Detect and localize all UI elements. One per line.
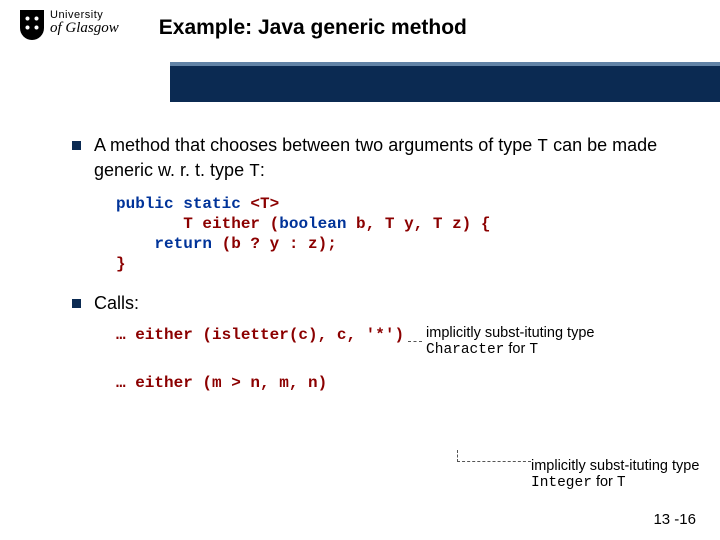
bullet-1-text-a: A method that chooses between two argume… <box>94 135 537 155</box>
note-2-a: implicitly subst-ituting type <box>531 458 699 474</box>
call-row-1: … either (isletter(c), c, '*') implicitl… <box>116 325 680 358</box>
kw-static: static <box>183 195 241 213</box>
code-line4: } <box>116 255 126 273</box>
slide-title: Example: Java generic method <box>159 16 467 40</box>
note-2-c: for <box>592 474 617 490</box>
university-logo: University of Glasgow <box>20 10 119 40</box>
bullet-2-text: Calls: <box>94 293 139 313</box>
note-2-wrap: implicitly subst-ituting type Integer fo… <box>531 458 716 491</box>
connector-line-2 <box>457 450 531 462</box>
slide-header: University of Glasgow Example: Java gene… <box>0 0 720 62</box>
call-row-2: … either (m > n, m, n) <box>116 373 680 393</box>
note-2: implicitly subst-ituting type Integer fo… <box>531 458 716 491</box>
note-2-type: Integer <box>531 475 592 491</box>
note-1: implicitly subst-ituting type Character … <box>426 325 611 358</box>
connector-line-1 <box>408 341 422 342</box>
note-1-c: for <box>504 341 529 357</box>
call-1-code: … either (isletter(c), c, '*') <box>116 325 404 345</box>
university-name: University of Glasgow <box>50 10 119 36</box>
bullet-1-text-c: : <box>260 160 265 180</box>
code-line3b: (b ? y : z); <box>212 235 337 253</box>
bullet-1-type-2: T <box>249 162 260 182</box>
bullet-1-type-1: T <box>537 137 548 157</box>
page-number: 13 -16 <box>653 511 696 528</box>
note-1-type: Character <box>426 342 504 358</box>
note-1-t: T <box>529 342 538 358</box>
code-block: public static <T> T either (boolean b, T… <box>116 194 680 274</box>
university-name-bottom: of Glasgow <box>50 21 119 36</box>
crest-icon <box>20 10 44 40</box>
bullet-1: A method that chooses between two argume… <box>72 134 680 274</box>
bullet-2: Calls: … either (isletter(c), c, '*') im… <box>72 292 680 393</box>
code-angle-t: <T> <box>241 195 279 213</box>
code-line2b: b, T y, T z) { <box>346 215 490 233</box>
call-2-code: … either (m > n, m, n) <box>116 373 327 393</box>
note-1-a: implicitly subst-ituting type <box>426 325 594 341</box>
note-2-t: T <box>617 475 626 491</box>
code-indent <box>116 235 154 253</box>
kw-return: return <box>154 235 212 253</box>
kw-public: public <box>116 195 174 213</box>
header-bar <box>170 62 720 102</box>
code-line2a: T either ( <box>116 215 279 233</box>
slide-content: A method that chooses between two argume… <box>0 102 720 393</box>
kw-boolean: boolean <box>279 215 346 233</box>
